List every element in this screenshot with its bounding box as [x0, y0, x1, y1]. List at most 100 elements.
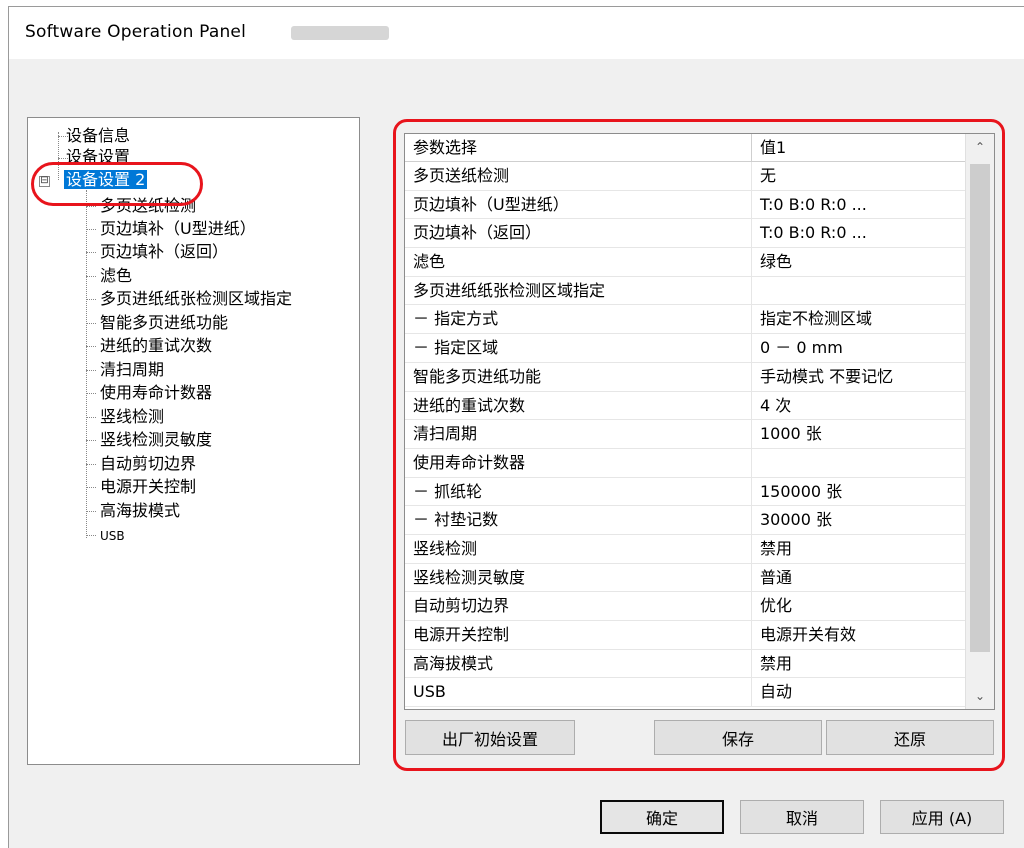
tree-item-page-edge-filler-return[interactable]: 页边填补（返回）	[100, 242, 228, 262]
value-cell[interactable]: 自动	[752, 678, 967, 706]
table-row[interactable]: 页边填补（返回） T:0 B:0 R:0 ...	[405, 219, 967, 249]
value-cell[interactable]: 150000 张	[752, 478, 967, 506]
value-cell[interactable]: 优化	[752, 592, 967, 620]
tree-line	[86, 252, 96, 253]
parameter-cell: 进纸的重试次数	[405, 391, 752, 420]
parameter-cell: 竖线检测灵敏度	[405, 563, 752, 592]
table-row[interactable]: 进纸的重试次数 4 次	[405, 391, 967, 421]
value-cell[interactable]	[752, 277, 967, 305]
tree-item-usb[interactable]: USB	[100, 526, 125, 546]
tree-item-auto-crop[interactable]: 自动剪切边界	[100, 454, 196, 474]
apply-button[interactable]: 应用 (A)	[880, 800, 1004, 834]
scrollbar-thumb[interactable]	[970, 164, 990, 652]
tree-item-streak-detection[interactable]: 竖线检测	[100, 407, 164, 427]
tree-line	[86, 229, 96, 230]
column-header-parameter[interactable]: 参数选择	[405, 134, 752, 161]
cancel-button[interactable]: 取消	[740, 800, 864, 834]
tree-item-pick-retry[interactable]: 进纸的重试次数	[100, 336, 212, 356]
tree-line	[86, 276, 96, 277]
tree-item-device-info[interactable]: 设备信息	[66, 126, 130, 146]
value-cell[interactable]: 绿色	[752, 248, 967, 276]
table-header: 参数选择 值1	[405, 134, 967, 162]
table-body: 多页送纸检测无页边填补（U型进纸） T:0 B:0 R:0 ... 页边填补（返回）…	[405, 162, 967, 708]
parameter-cell: － 衬垫记数	[405, 506, 752, 534]
table-row[interactable]: USB 自动	[405, 678, 967, 708]
table-row[interactable]: 使用寿命计数器	[405, 448, 967, 478]
value-cell[interactable]: 1000 张	[752, 420, 967, 448]
restore-button[interactable]: 还原	[826, 720, 994, 755]
tree-item-dropout-color[interactable]: 滤色	[100, 266, 132, 286]
table-row[interactable]: 页边填补（U型进纸） T:0 B:0 R:0 ...	[405, 190, 967, 220]
parameter-cell: 滤色	[405, 248, 752, 276]
tree-item-power-switch[interactable]: 电源开关控制	[100, 477, 196, 497]
tree-line	[86, 346, 96, 347]
value-cell[interactable]: 30000 张	[752, 506, 967, 534]
value-cell[interactable]: 禁用	[752, 650, 967, 678]
table-row[interactable]: 智能多页进纸功能 手动模式 不要记忆	[405, 362, 967, 392]
tree-item-cleaning-cycle[interactable]: 清扫周期	[100, 360, 164, 380]
tree-line	[86, 487, 96, 488]
parameter-cell: 多页进纸纸张检测区域指定	[405, 276, 752, 305]
tree-item-high-altitude[interactable]: 高海拔模式	[100, 501, 180, 521]
parameter-cell: 页边填补（U型进纸）	[405, 190, 752, 219]
tree-item-multifeed-area[interactable]: 多页进纸纸张检测区域指定	[100, 289, 292, 309]
value-cell[interactable]: T:0 B:0 R:0 ...	[752, 219, 967, 247]
table-row[interactable]: － 指定方式 指定不检测区域	[405, 305, 967, 335]
parameter-cell: － 抓纸轮	[405, 477, 752, 506]
tree-line	[86, 535, 96, 536]
parameter-cell: － 指定方式	[405, 305, 752, 334]
table-row[interactable]: 自动剪切边界 优化	[405, 592, 967, 621]
table-row[interactable]: 滤色 绿色	[405, 248, 967, 277]
title-bar: Software Operation Panel	[9, 7, 1024, 59]
factory-reset-button[interactable]: 出厂初始设置	[405, 720, 575, 755]
column-header-value[interactable]: 值1	[752, 134, 967, 161]
parameter-cell: 自动剪切边界	[405, 592, 752, 620]
table-row[interactable]: 清扫周期 1000 张	[405, 420, 967, 449]
settings-tree[interactable]: ⊟ 设备信息 设备设置 设备设置 2 多页送纸检测 页边填补（U型进纸） 页边填…	[27, 117, 360, 765]
value-cell[interactable]: 禁用	[752, 535, 967, 563]
parameter-cell: 使用寿命计数器	[405, 448, 752, 477]
value-cell[interactable]: 指定不检测区域	[752, 305, 967, 333]
value-cell[interactable]: T:0 B:0 R:0 ...	[752, 191, 967, 219]
tree-item-page-edge-filler-u[interactable]: 页边填补（U型进纸）	[100, 219, 256, 239]
tree-line	[86, 370, 96, 371]
value-cell[interactable]: 无	[752, 162, 967, 190]
table-row[interactable]: 竖线检测灵敏度 普通	[405, 563, 967, 593]
save-button[interactable]: 保存	[654, 720, 822, 755]
table-row[interactable]: 电源开关控制 电源开关有效	[405, 621, 967, 650]
table-row[interactable]: 竖线检测 禁用	[405, 534, 967, 564]
parameter-cell: 多页送纸检测	[405, 162, 752, 190]
parameter-cell: 电源开关控制	[405, 621, 752, 649]
parameter-cell: 清扫周期	[405, 420, 752, 448]
redacted-model-name	[291, 26, 389, 40]
table-row[interactable]: 多页送纸检测无	[405, 162, 967, 191]
tree-item-streak-sensitivity[interactable]: 竖线检测灵敏度	[100, 430, 212, 450]
tree-line	[86, 190, 87, 538]
table-row[interactable]: － 抓纸轮 150000 张	[405, 477, 967, 507]
settings-table: 参数选择 值1 多页送纸检测无页边填补（U型进纸） T:0 B:0 R:0 ...…	[404, 133, 995, 710]
value-cell[interactable]: 0 － 0 mm	[752, 334, 967, 362]
scroll-down-icon[interactable]: ⌄	[966, 683, 994, 709]
table-row[interactable]: － 指定区域 0 － 0 mm	[405, 334, 967, 363]
ok-button[interactable]: 确定	[600, 800, 724, 834]
tree-item-life-counter[interactable]: 使用寿命计数器	[100, 383, 212, 403]
scroll-up-icon[interactable]: ⌃	[966, 134, 994, 160]
tree-line	[86, 299, 96, 300]
tree-line	[86, 393, 96, 394]
tree-line	[86, 206, 96, 207]
vertical-scrollbar[interactable]: ⌃ ⌄	[965, 134, 994, 709]
table-row[interactable]: 多页进纸纸张检测区域指定	[405, 276, 967, 306]
parameter-cell: 页边填补（返回）	[405, 219, 752, 248]
tree-item-intelligent-multifeed[interactable]: 智能多页进纸功能	[100, 313, 228, 333]
parameter-cell: 高海拔模式	[405, 649, 752, 678]
value-cell[interactable]: 普通	[752, 564, 967, 592]
parameter-cell: USB	[405, 678, 752, 707]
table-row[interactable]: 高海拔模式 禁用	[405, 649, 967, 679]
tree-line	[86, 464, 96, 465]
value-cell[interactable]: 手动模式 不要记忆	[752, 363, 967, 391]
value-cell[interactable]: 电源开关有效	[752, 621, 967, 649]
value-cell[interactable]: 4 次	[752, 392, 967, 420]
table-row[interactable]: － 衬垫记数 30000 张	[405, 506, 967, 535]
value-cell[interactable]	[752, 449, 967, 477]
tree-line	[86, 323, 96, 324]
